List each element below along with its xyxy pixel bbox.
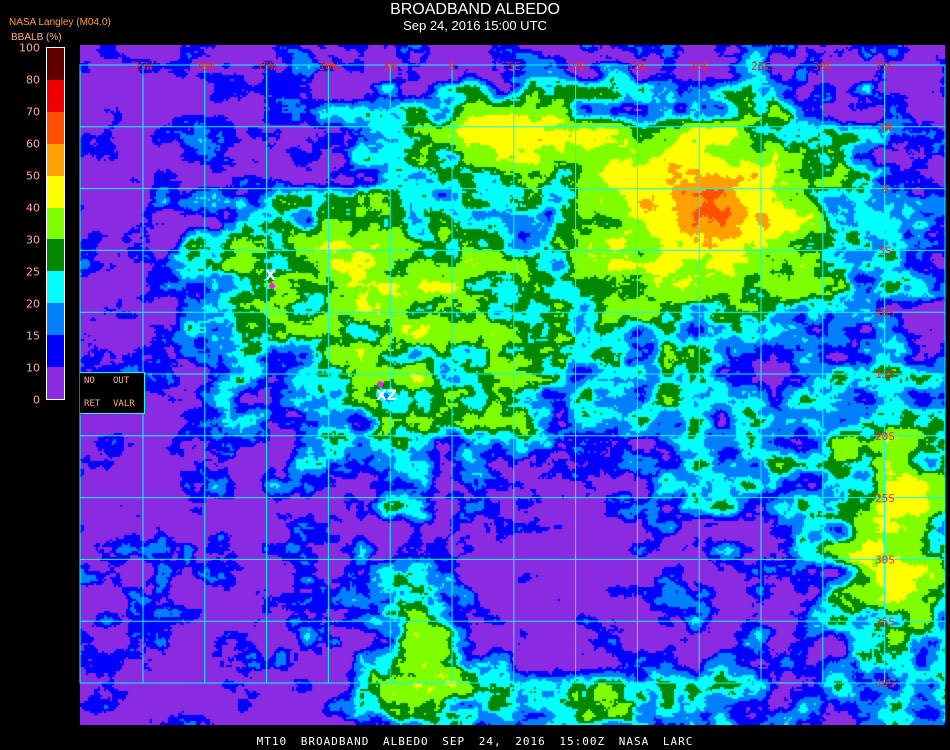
legend-valr: VALR <box>113 399 135 409</box>
retrieval-legend-box: NO OUT RET VALR <box>80 372 145 414</box>
lon-label: 5E <box>507 60 520 73</box>
lat-label: 35S <box>875 615 895 628</box>
lat-label: 25S <box>875 492 895 505</box>
lon-label: 30E <box>813 60 833 73</box>
lon-label: 20W <box>195 60 215 73</box>
lat-label: 30S <box>875 554 895 567</box>
lon-label: 35E <box>875 60 895 73</box>
lat-label: 5N <box>878 121 891 134</box>
marker-x: X <box>265 268 276 284</box>
lon-label: 25W <box>133 60 153 73</box>
legend-ret: RET <box>84 399 101 409</box>
lat-label: 10S <box>875 306 895 319</box>
lon-label: 20E <box>689 60 709 73</box>
lon-label: 25E <box>751 60 771 73</box>
marker-dot <box>377 381 383 387</box>
lat-label: 40S <box>875 677 895 690</box>
lon-label: 10W <box>318 60 338 73</box>
legend-out: OUT <box>113 376 130 386</box>
marker-dot <box>269 283 275 289</box>
lon-label: 15E <box>627 60 647 73</box>
lat-label: 20S <box>875 430 895 443</box>
lon-label: 15W <box>257 60 277 73</box>
lat-label: 5S <box>878 245 891 258</box>
lon-label: 0 <box>449 60 456 73</box>
lon-label: 5W <box>384 60 398 73</box>
lat-label: 15S <box>875 368 895 381</box>
lon-label: 10E <box>566 60 586 73</box>
footer-caption: MT10 BROADBAND ALBEDO SEP 24, 2016 15:00… <box>256 735 694 748</box>
legend-no: NO <box>84 376 95 386</box>
marker-xz: XZ <box>376 388 397 404</box>
lat-label: 0 <box>882 183 889 196</box>
